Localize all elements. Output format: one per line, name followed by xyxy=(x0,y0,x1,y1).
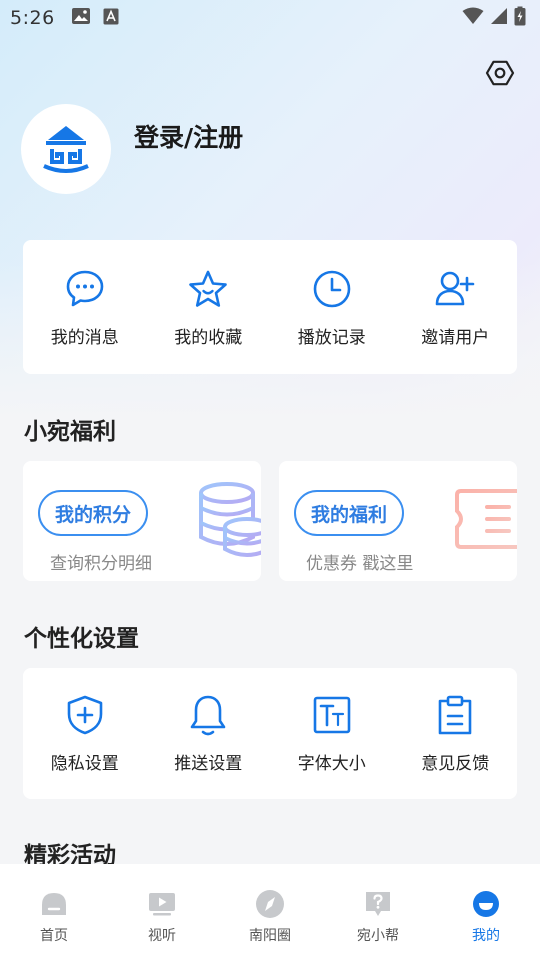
clock-icon xyxy=(313,270,351,307)
app-logo-icon xyxy=(43,126,89,173)
bottom-tab-bar: 首页 视听 南阳圈 宛小帮 我的 xyxy=(0,864,540,960)
quick-action-label: 我的消息 xyxy=(50,327,119,348)
my-favorites-button[interactable]: 我的收藏 xyxy=(147,240,271,374)
setting-label: 隐私设置 xyxy=(50,754,119,774)
setting-label: 推送设置 xyxy=(174,754,243,774)
signal-icon xyxy=(490,7,508,29)
quick-action-label: 播放记录 xyxy=(297,327,366,348)
welfare-section-title: 小宛福利 xyxy=(24,419,116,445)
compass-icon xyxy=(256,890,284,918)
font-size-button[interactable]: 字体大小 xyxy=(270,668,394,799)
help-icon xyxy=(366,892,390,916)
tab-label: 我的 xyxy=(472,928,500,944)
star-icon xyxy=(189,270,228,307)
my-benefits-card[interactable]: 我的福利 优惠券 戳这里 xyxy=(279,461,517,581)
tab-label: 南阳圈 xyxy=(249,928,291,944)
my-points-button[interactable]: 我的积分 xyxy=(38,490,149,536)
message-icon xyxy=(66,270,104,306)
setting-label: 字体大小 xyxy=(297,754,366,774)
quick-action-label: 我的收藏 xyxy=(174,327,243,348)
my-messages-button[interactable]: 我的消息 xyxy=(23,240,147,374)
settings-button[interactable] xyxy=(483,56,517,90)
invite-user-button[interactable]: 邀请用户 xyxy=(394,240,518,374)
play-history-button[interactable]: 播放记录 xyxy=(270,240,394,374)
personal-settings-title: 个性化设置 xyxy=(24,626,139,652)
push-settings-button[interactable]: 推送设置 xyxy=(147,668,271,799)
points-subtitle: 查询积分明细 xyxy=(50,554,152,574)
quick-actions-card: 我的消息 我的收藏 播放记录 邀请用户 xyxy=(23,240,517,374)
quick-action-label: 邀请用户 xyxy=(421,327,490,348)
tab-label: 视听 xyxy=(148,928,176,944)
login-register-link[interactable]: 登录/注册 xyxy=(134,118,243,154)
battery-icon xyxy=(514,6,526,30)
text-notification-icon xyxy=(103,8,119,29)
profile-icon xyxy=(473,891,499,917)
benefits-subtitle: 优惠券 戳这里 xyxy=(306,554,414,574)
setting-label: 意见反馈 xyxy=(421,754,490,774)
my-benefits-button[interactable]: 我的福利 xyxy=(294,490,405,536)
shield-icon xyxy=(67,695,103,735)
coins-icon xyxy=(199,482,261,557)
tab-label: 首页 xyxy=(40,928,68,944)
play-icon xyxy=(149,893,175,916)
gear-icon xyxy=(485,60,515,86)
coupon-icon xyxy=(455,489,517,549)
home-icon xyxy=(42,893,66,915)
status-time: 5:26 xyxy=(10,7,55,29)
avatar[interactable] xyxy=(21,104,111,194)
tab-helper[interactable]: 宛小帮 xyxy=(324,889,432,960)
gallery-notification-icon xyxy=(71,7,91,29)
tab-label: 宛小帮 xyxy=(357,928,399,944)
tab-mine[interactable]: 我的 xyxy=(432,889,540,960)
bell-icon xyxy=(190,695,226,736)
feedback-button[interactable]: 意见反馈 xyxy=(394,668,518,799)
my-points-card[interactable]: 我的积分 查询积分明细 xyxy=(23,461,261,581)
status-bar: 5:26 xyxy=(0,0,540,36)
personal-settings-card: 隐私设置 推送设置 字体大小 意见反馈 xyxy=(23,668,517,799)
font-size-icon xyxy=(313,696,351,734)
tab-nanyang-circle[interactable]: 南阳圈 xyxy=(216,889,324,960)
tab-home[interactable]: 首页 xyxy=(0,889,108,960)
wifi-icon xyxy=(462,7,484,29)
privacy-settings-button[interactable]: 隐私设置 xyxy=(23,668,147,799)
clipboard-icon xyxy=(438,695,472,735)
tab-audio-video[interactable]: 视听 xyxy=(108,889,216,960)
invite-user-icon xyxy=(435,271,475,305)
